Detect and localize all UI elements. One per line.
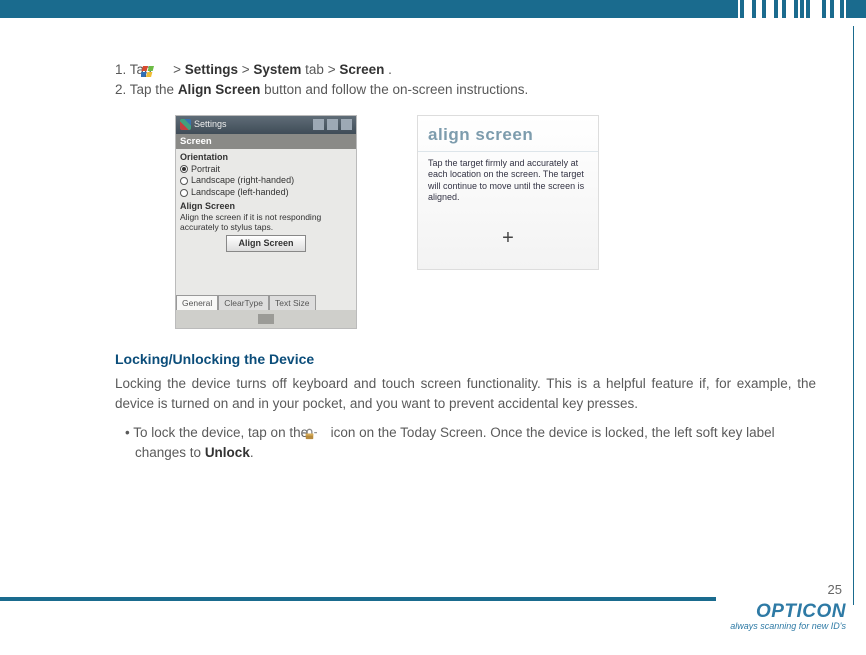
step1-gt2: > (242, 62, 254, 77)
footer-rule (0, 597, 716, 601)
align-desc: Align the screen if it is not responding… (180, 212, 352, 232)
step1-tab: tab > (305, 62, 339, 77)
brand-tagline: always scanning for new ID's (730, 621, 846, 631)
radio-icon (180, 177, 188, 185)
bullet-pre: • To lock the device, tap on the (125, 425, 312, 440)
tab-textsize: Text Size (269, 295, 316, 310)
tab-cleartype: ClearType (218, 295, 269, 310)
numbered-steps: 1. Tap > Settings > System tab > Screen … (115, 60, 816, 101)
signal-icon (313, 119, 324, 130)
keyboard-icon (258, 314, 274, 324)
opt-portrait-label: Portrait (191, 164, 220, 175)
shot1-screen-header: Screen (176, 134, 356, 149)
align-screen-button: Align Screen (226, 235, 306, 252)
step1-settings: Settings (185, 62, 238, 77)
brand-block: OPTICON always scanning for new ID's (730, 601, 846, 631)
header-bar (0, 0, 866, 18)
lock-bullet: • To lock the device, tap on the icon on… (115, 423, 816, 464)
page-number: 25 (828, 582, 842, 597)
screenshot-align-screen: align screen Tap the target firmly and a… (417, 115, 599, 270)
shot1-bottom-tabs: General ClearType Text Size (176, 295, 356, 310)
step2-align: Align Screen (178, 82, 261, 97)
opt-land-l-label: Landscape (left-handed) (191, 187, 289, 198)
page-content: 1. Tap > Settings > System tab > Screen … (115, 60, 816, 463)
lock-icon (312, 426, 327, 441)
shot1-titlebar: Settings (176, 116, 356, 134)
opt-portrait: Portrait (180, 164, 352, 175)
brand-name: OPTICON (730, 601, 846, 623)
step2-rest: button and follow the on-screen instruct… (264, 82, 528, 97)
step1-gt1: > (173, 62, 185, 77)
section-body: Locking the device turns off keyboard an… (115, 374, 816, 415)
bullet-unlock: Unlock (205, 445, 250, 460)
start-icon (155, 64, 169, 76)
side-rule (853, 26, 854, 605)
step1-system: System (253, 62, 301, 77)
opt-land-left: Landscape (left-handed) (180, 187, 352, 198)
shot1-body: Orientation Portrait Landscape (right-ha… (176, 149, 356, 295)
opt-land-right: Landscape (right-handed) (180, 175, 352, 186)
tab-general: General (176, 295, 218, 310)
bullet-end: . (250, 445, 254, 460)
radio-icon (180, 189, 188, 197)
orientation-label: Orientation (180, 152, 352, 163)
step2-prefix: 2. Tap the (115, 82, 178, 97)
shot1-title: Settings (194, 119, 227, 130)
opt-land-r-label: Landscape (right-handed) (191, 175, 294, 186)
sip-bar (176, 310, 356, 328)
shot2-title: align screen (418, 116, 598, 153)
speaker-icon (327, 119, 338, 130)
step-1: 1. Tap > Settings > System tab > Screen … (115, 60, 816, 80)
start-flag-icon (180, 119, 191, 130)
step1-end: . (388, 62, 392, 77)
section-heading: Locking/Unlocking the Device (115, 349, 816, 370)
radio-icon (180, 165, 188, 173)
screenshot-settings-screen: Settings Screen Orientation Portrait Lan… (175, 115, 357, 330)
crosshair-icon: + (418, 223, 598, 253)
header-stripes (738, 0, 846, 18)
ok-icon (341, 119, 352, 130)
step1-screen: Screen (339, 62, 384, 77)
screenshots-row: Settings Screen Orientation Portrait Lan… (175, 115, 816, 330)
align-screen-label: Align Screen (180, 201, 352, 212)
shot2-text: Tap the target firmly and accurately at … (418, 152, 598, 203)
step-2: 2. Tap the Align Screen button and follo… (115, 80, 816, 100)
